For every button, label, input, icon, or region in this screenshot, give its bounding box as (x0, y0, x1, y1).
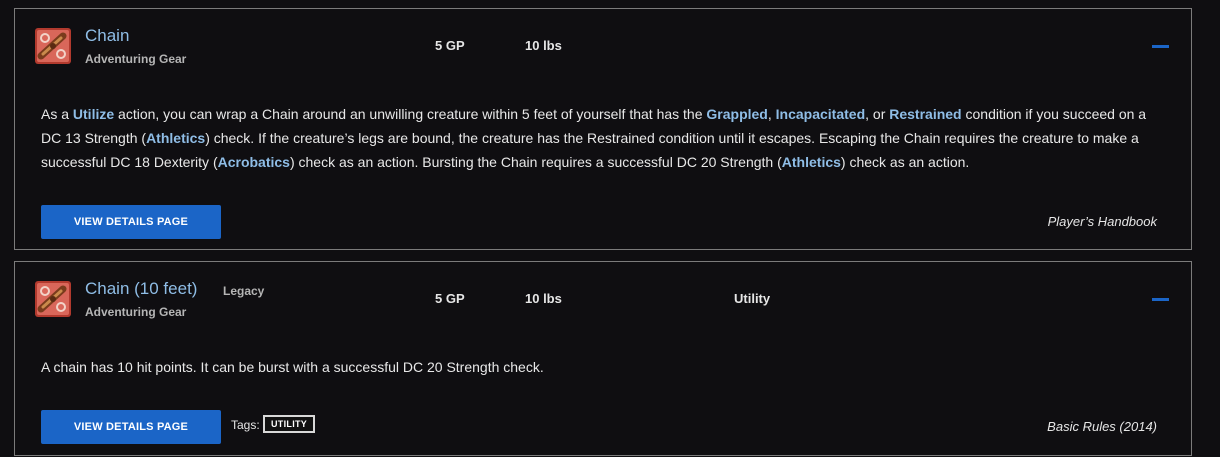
item-cost: 5 GP (435, 38, 465, 53)
keyword-link-athletics[interactable]: Athletics (782, 154, 841, 170)
item-description: As a Utilize action, you can wrap a Chai… (41, 102, 1167, 174)
minus-icon[interactable] (1152, 298, 1169, 301)
chain-item-icon (35, 281, 71, 317)
item-card-chain: Chain Adventuring Gear 5 GP 10 lbs As a … (14, 8, 1192, 250)
keyword-link-grappled[interactable]: Grappled (706, 106, 767, 122)
item-subtype: Adventuring Gear (85, 52, 187, 66)
item-cost: 5 GP (435, 291, 465, 306)
keyword-link-acrobatics[interactable]: Acrobatics (218, 154, 290, 170)
description-text: , (767, 106, 776, 122)
legacy-badge: Legacy (223, 284, 265, 298)
item-weight: 10 lbs (525, 291, 562, 306)
view-details-button[interactable]: VIEW DETAILS PAGE (41, 410, 221, 444)
tags-label: Tags: (231, 418, 260, 432)
view-details-button[interactable]: VIEW DETAILS PAGE (41, 205, 221, 239)
item-card-chain-10-feet: Chain (10 feet) Legacy Adventuring Gear … (14, 261, 1192, 456)
item-source: Basic Rules (2014) (1047, 419, 1157, 434)
chain-item-icon (35, 28, 71, 64)
tag-utility[interactable]: UTILITY (263, 415, 316, 433)
keyword-link-restrained[interactable]: Restrained (889, 106, 961, 122)
item-description: A chain has 10 hit points. It can be bur… (41, 359, 544, 375)
item-source: Player’s Handbook (1047, 214, 1157, 229)
item-subtype: Adventuring Gear (85, 305, 187, 319)
keyword-link-athletics[interactable]: Athletics (146, 130, 205, 146)
item-weight: 10 lbs (525, 38, 562, 53)
item-name[interactable]: Chain (10 feet) (85, 279, 197, 299)
keyword-link-utilize[interactable]: Utilize (73, 106, 114, 122)
description-text: ) check as an action. Bursting the Chain… (289, 154, 782, 170)
description-text: action, you can wrap a Chain around an u… (114, 106, 707, 122)
description-text: ) check as an action. (840, 154, 970, 170)
minus-icon[interactable] (1152, 45, 1169, 48)
description-text: , or (865, 106, 890, 122)
item-name[interactable]: Chain (85, 26, 129, 46)
description-text: As a (41, 106, 73, 122)
item-category: Utility (734, 291, 771, 306)
keyword-link-incapacitated[interactable]: Incapacitated (776, 106, 865, 122)
